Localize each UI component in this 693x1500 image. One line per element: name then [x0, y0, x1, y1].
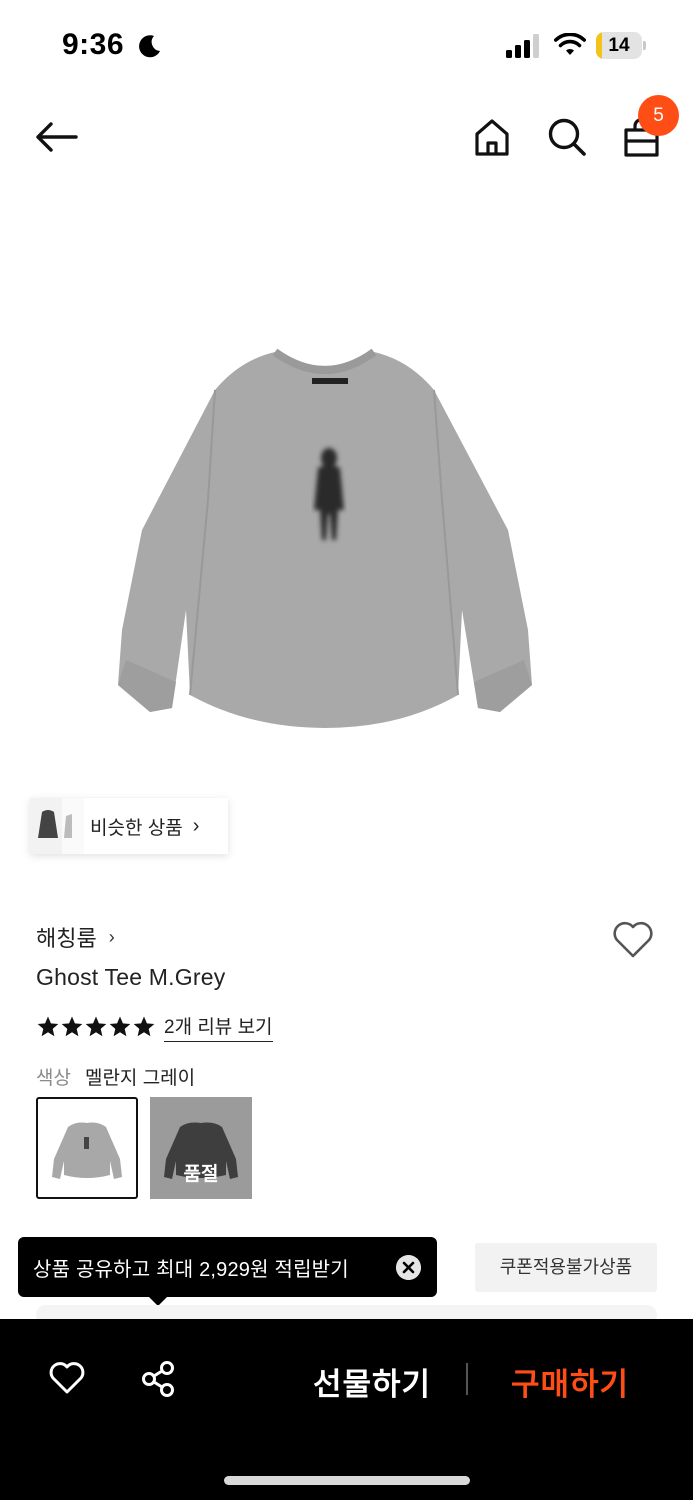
cart-count-badge: 5 [638, 95, 679, 136]
signal-icon [506, 34, 539, 58]
color-value: 멜란지 그레이 [84, 1068, 196, 1089]
product-title: Ghost Tee M.Grey [36, 964, 226, 990]
status-bar: 9:36 14 [0, 0, 693, 92]
star-icon [109, 1016, 131, 1037]
rating-row: 2개 리뷰 보기 [36, 1012, 273, 1042]
star-icon [85, 1016, 107, 1037]
heart-icon[interactable] [48, 1361, 86, 1395]
color-swatch-grey[interactable] [36, 1097, 138, 1199]
star-icon [61, 1016, 83, 1037]
heart-icon[interactable] [611, 919, 655, 959]
brand-name: 해칭룸 [36, 926, 97, 951]
home-indicator [224, 1476, 470, 1485]
bottom-action-bar [0, 1319, 693, 1500]
moon-icon [139, 35, 160, 58]
gift-button[interactable]: 선물하기 [313, 1359, 431, 1404]
status-time: 9:36 [62, 28, 125, 61]
product-image[interactable] [100, 330, 550, 740]
color-row: 색상 멜란지 그레이 [36, 1063, 195, 1090]
battery-level: 14 [608, 35, 630, 56]
buy-button[interactable]: 구매하기 [511, 1359, 629, 1404]
share-reward-tooltip[interactable]: 상품 공유하고 최대 2,929원 적립받기 [18, 1237, 437, 1297]
similar-thumbnail [30, 798, 62, 854]
similar-thumbnail [62, 798, 84, 854]
rating-stars [36, 1015, 156, 1039]
star-icon [133, 1016, 155, 1037]
coupon-status-badge: 쿠폰적용불가상품 [475, 1243, 657, 1292]
chevron-right-icon: › [108, 926, 115, 947]
divider [466, 1363, 468, 1395]
similar-products-button[interactable]: 비슷한 상품 › [30, 798, 228, 854]
wifi-icon [554, 33, 586, 55]
chevron-right-icon: › [192, 814, 200, 837]
brand-link[interactable]: 해칭룸 › [36, 921, 115, 953]
close-icon[interactable] [396, 1255, 421, 1280]
color-swatch-charcoal[interactable]: 품절 [150, 1097, 252, 1199]
search-icon[interactable] [547, 117, 587, 157]
share-icon[interactable] [140, 1360, 178, 1398]
sold-out-label: 품절 [183, 1164, 219, 1185]
review-link[interactable]: 2개 리뷰 보기 [164, 1012, 273, 1042]
home-icon[interactable] [474, 117, 510, 157]
star-icon [37, 1016, 59, 1037]
battery-icon: 14 [596, 32, 646, 59]
color-label: 색상 [36, 1068, 71, 1089]
similar-products-label: 비슷한 상품 [90, 817, 183, 839]
back-arrow-icon[interactable] [34, 120, 80, 154]
tooltip-text: 상품 공유하고 최대 2,929원 적립받기 [33, 1258, 349, 1281]
